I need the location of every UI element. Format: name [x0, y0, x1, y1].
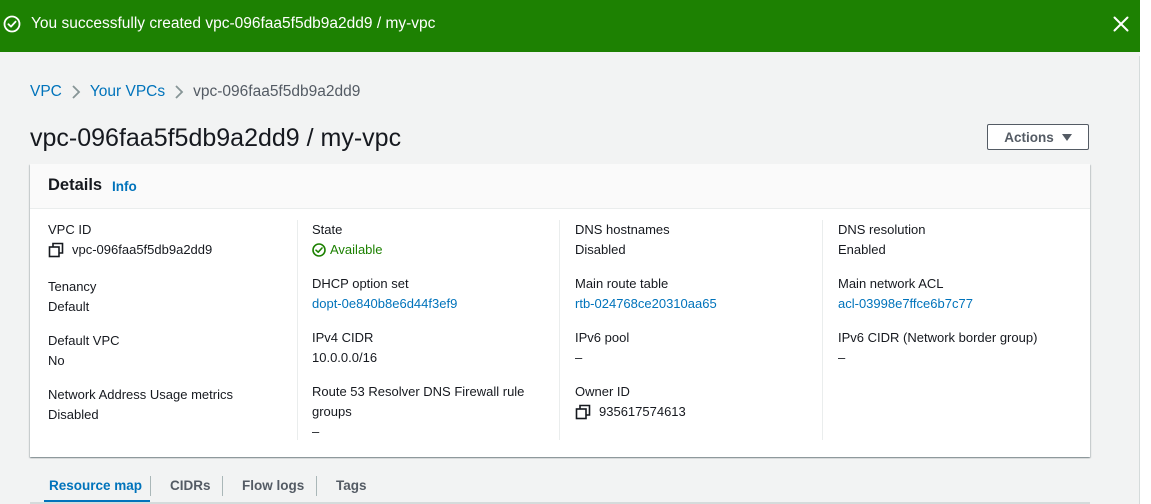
field-state: State Available — [312, 220, 383, 260]
field-label-line-2: groups — [312, 404, 352, 419]
field-ipv4-cidr: IPv4 CIDR 10.0.0.0/16 — [312, 328, 377, 368]
owner-id-value: 935617574613 — [599, 404, 686, 419]
chevron-right-icon — [165, 82, 193, 102]
success-circle-icon — [3, 15, 21, 33]
field-owner-id: Owner ID 935617574613 — [575, 382, 686, 422]
field-label-line-1: Route 53 Resolver DNS Firewall rule — [312, 384, 525, 399]
breadcrumb: VPC Your VPCs vpc-096faa5f5db9a2dd9 — [30, 82, 360, 102]
scrollbar-thumb[interactable] — [1139, 56, 1140, 504]
tab-resource-map[interactable]: Resource map — [49, 468, 142, 502]
dns-hostnames-value: Disabled — [575, 242, 626, 257]
field-ipv6-pool: IPv6 pool – — [575, 328, 629, 368]
field-label: DNS resolution — [838, 222, 926, 237]
ipv4-cidr-value: 10.0.0.0/16 — [312, 350, 378, 365]
scrollbar-track[interactable] — [1140, 52, 1151, 504]
default-vpc-value: No — [48, 353, 65, 368]
ipv6-cidr-value: – — [838, 350, 846, 365]
field-main-route-table: Main route table rtb-024768ce20310aa65 — [575, 274, 717, 314]
field-dns-resolution: DNS resolution Enabled — [838, 220, 925, 260]
route53-firewall-value: – — [312, 424, 320, 439]
tab-divider — [222, 476, 223, 496]
field-vpc-id: VPC ID vpc-096faa5f5db9a2dd9 — [48, 220, 212, 260]
field-label: State — [312, 222, 343, 237]
field-label: IPv4 CIDR — [312, 330, 374, 345]
field-label: Default VPC — [48, 333, 120, 348]
tab-divider — [150, 476, 151, 496]
field-route53-firewall: Route 53 Resolver DNS Firewall rule grou… — [312, 382, 542, 442]
field-value-row: Available — [312, 240, 383, 260]
status-available-icon — [312, 243, 326, 257]
info-link[interactable]: Info — [112, 179, 137, 194]
page-title: vpc-096faa5f5db9a2dd9 / my-vpc — [30, 124, 402, 152]
field-tenancy: Tenancy Default — [48, 277, 96, 317]
close-icon[interactable] — [1112, 15, 1130, 33]
field-network-address-usage: Network Address Usage metrics Disabled — [48, 385, 308, 425]
ipv6-pool-value: – — [575, 350, 583, 365]
tab-tags[interactable]: Tags — [336, 468, 367, 502]
dhcp-option-set-link[interactable]: dopt-0e840b8e6d44f3ef9 — [312, 294, 457, 314]
tab-flow-logs[interactable]: Flow logs — [242, 468, 304, 502]
vpc-id-value: vpc-096faa5f5db9a2dd9 — [72, 242, 213, 257]
state-value: Available — [330, 242, 383, 257]
caret-down-icon — [1061, 133, 1072, 141]
field-value-row: 935617574613 — [575, 402, 686, 422]
main-network-acl-link[interactable]: acl-03998e7ffce6b7c77 — [838, 294, 973, 314]
tab-divider — [316, 476, 317, 496]
tab-bar: Resource map CIDRs Flow logs Tags — [30, 468, 1090, 504]
tenancy-value: Default — [48, 299, 90, 314]
field-dhcp-option-set: DHCP option set dopt-0e840b8e6d44f3ef9 — [312, 274, 457, 314]
column-divider — [297, 220, 298, 440]
field-label: Main network ACL — [838, 276, 944, 291]
copy-icon[interactable] — [48, 242, 64, 258]
actions-label: Actions — [1004, 129, 1054, 145]
network-address-usage-value: Disabled — [48, 407, 99, 422]
breadcrumb-vpc[interactable]: VPC — [30, 83, 62, 101]
details-header: Details Info — [30, 164, 1090, 209]
chevron-right-icon — [62, 82, 90, 102]
breadcrumb-current: vpc-096faa5f5db9a2dd9 — [193, 83, 361, 100]
field-label: VPC ID — [48, 222, 92, 237]
field-label: Owner ID — [575, 384, 630, 399]
details-panel: Details Info VPC ID vpc-096faa5f5db9a2dd… — [30, 164, 1090, 457]
field-label: DHCP option set — [312, 276, 409, 291]
actions-dropdown-button[interactable]: Actions — [987, 124, 1089, 150]
main-route-table-link[interactable]: rtb-024768ce20310aa65 — [575, 294, 717, 314]
dns-resolution-value: Enabled — [838, 242, 886, 257]
field-label: Main route table — [575, 276, 669, 291]
column-divider — [822, 220, 823, 440]
field-label: DNS hostnames — [575, 222, 670, 237]
breadcrumb-your-vpcs[interactable]: Your VPCs — [90, 83, 165, 101]
field-default-vpc: Default VPC No — [48, 331, 120, 371]
field-value-row: vpc-096faa5f5db9a2dd9 — [48, 240, 212, 260]
field-label: Tenancy — [48, 279, 97, 294]
field-label: Network Address Usage metrics — [48, 387, 233, 402]
field-ipv6-cidr: IPv6 CIDR (Network border group) – — [838, 328, 1078, 368]
column-divider — [559, 220, 560, 440]
copy-icon[interactable] — [575, 404, 591, 420]
field-main-network-acl: Main network ACL acl-03998e7ffce6b7c77 — [838, 274, 973, 314]
flash-message: You successfully created vpc-096faa5f5db… — [31, 15, 436, 32]
tab-cidrs[interactable]: CIDRs — [170, 468, 211, 502]
details-title: Details — [48, 176, 103, 194]
field-label: IPv6 CIDR (Network border group) — [838, 330, 1038, 345]
success-flash-banner: You successfully created vpc-096faa5f5db… — [0, 0, 1140, 52]
field-label: IPv6 pool — [575, 330, 630, 345]
field-dns-hostnames: DNS hostnames Disabled — [575, 220, 670, 260]
